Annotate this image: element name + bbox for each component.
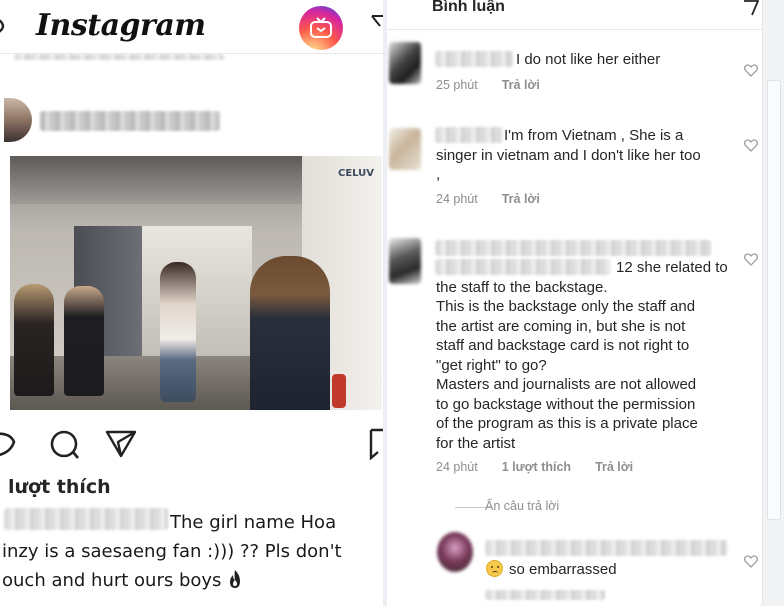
scrollbar-thumb[interactable] — [767, 80, 781, 520]
comment-avatar[interactable] — [389, 42, 421, 84]
reply-button[interactable]: Trả lời — [502, 192, 540, 206]
reply-meta-cutoff — [485, 590, 605, 600]
comment-time: 25 phút — [436, 78, 478, 92]
comment-text: 12 she related to the staff to the backs… — [436, 259, 728, 452]
avatar[interactable] — [4, 98, 32, 142]
scrollbar[interactable] — [762, 0, 784, 606]
caption-line-1: The girl name Hoa — [170, 512, 337, 533]
paper-plane-icon[interactable] — [370, 12, 383, 36]
instagram-post-panel: Instagram CELUV lượt thích The girl name… — [0, 0, 383, 606]
heart-icon[interactable] — [744, 64, 758, 77]
comments-header: Bình luận — [387, 0, 762, 30]
reply-button[interactable]: Trả lời — [502, 78, 540, 92]
comment-avatar[interactable] — [389, 128, 421, 170]
heart-icon[interactable] — [744, 555, 758, 568]
comment-meta: 24 phút Trả lời — [436, 192, 564, 206]
share-icon[interactable] — [104, 428, 138, 460]
comment-username-redacted[interactable] — [435, 51, 513, 67]
caption-line-3: ouch and hurt ours boys — [2, 570, 222, 591]
comment-text: I do not like her either — [516, 51, 661, 68]
likes-count[interactable]: lượt thích — [8, 476, 111, 498]
hide-replies-button[interactable]: Ẩn câu trả lời — [485, 499, 559, 513]
caption-line-2: inzy is a saesaeng fan :))) ?? Pls don't — [2, 541, 342, 562]
instagram-logo[interactable]: Instagram — [36, 8, 206, 43]
igtv-icon[interactable] — [299, 6, 343, 50]
comments-panel: Bình luận I do not like her either 25 ph… — [387, 0, 784, 606]
reply-button[interactable]: Trả lời — [595, 460, 633, 474]
paper-plane-icon[interactable] — [743, 0, 759, 16]
header-substrip — [0, 54, 383, 66]
heart-icon[interactable] — [0, 428, 24, 460]
comment-time: 24 phút — [436, 192, 478, 206]
comment-text: I'm from Vietnam , She is a singer in vi… — [436, 127, 701, 183]
comment-avatar[interactable] — [389, 238, 421, 284]
heart-icon[interactable] — [744, 253, 758, 266]
post-actions — [0, 428, 383, 462]
comment-meta: 24 phút 1 lượt thích Trả lời — [436, 460, 657, 474]
comment-username-redacted[interactable] — [435, 240, 711, 256]
comment-time: 24 phút — [436, 460, 478, 474]
post-photo[interactable]: CELUV — [10, 156, 382, 410]
bookmark-icon[interactable] — [368, 428, 383, 460]
fire-icon — [230, 570, 241, 588]
post-caption: The girl name Hoa inzy is a saesaeng fan… — [2, 508, 383, 595]
reply-username-redacted[interactable] — [485, 540, 727, 556]
heart-icon[interactable] — [744, 139, 758, 152]
photo-watermark: CELUV — [338, 168, 375, 179]
reply-avatar[interactable] — [437, 532, 473, 572]
reply-text: so embarrassed — [486, 560, 617, 580]
back-icon[interactable] — [0, 14, 14, 38]
instagram-header: Instagram — [0, 0, 383, 54]
username-redacted[interactable] — [40, 111, 220, 131]
comments-title: Bình luận — [432, 0, 505, 15]
comment-meta: 25 phút Trả lời — [436, 78, 564, 92]
confused-face-icon — [486, 560, 503, 577]
likes-count-link[interactable]: 1 lượt thích — [502, 460, 571, 474]
comment-icon[interactable] — [48, 428, 82, 460]
